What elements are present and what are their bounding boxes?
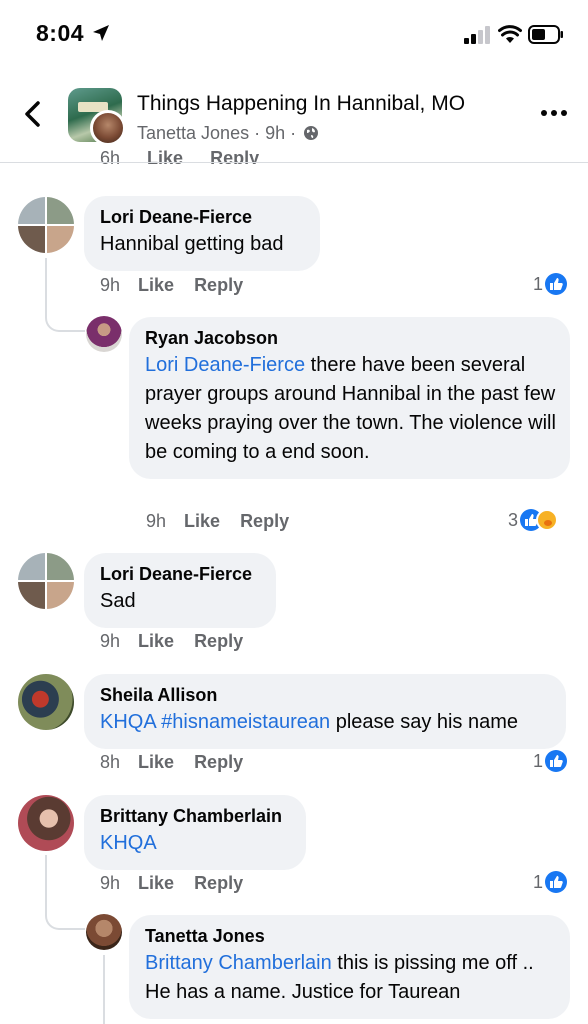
comment-actions: 8h Like Reply (100, 752, 263, 773)
thread-line (45, 258, 47, 318)
comment-bubble: Sheila Allison KHQA #hisnameistaurean pl… (84, 674, 566, 749)
avatar[interactable] (18, 674, 74, 730)
cellular-signal-icon (464, 26, 490, 44)
avatar[interactable] (86, 316, 122, 352)
reaction-count: 1 (533, 750, 544, 771)
comment-text: Brittany Chamberlain this is pissing me … (145, 949, 554, 1007)
comment-text: KHQA #hisnameistaurean please say his na… (100, 708, 550, 737)
comment-time[interactable]: 9h (100, 275, 120, 295)
comment-bubble: Tanetta Jones Brittany Chamberlain this … (129, 915, 570, 1019)
reply-action[interactable]: Reply (240, 511, 289, 531)
reply-action[interactable]: Reply (194, 275, 243, 295)
reaction-count: 3 (508, 509, 519, 530)
like-reaction-icon (545, 750, 568, 773)
reaction-summary[interactable]: 1 (533, 871, 568, 895)
mention-link[interactable]: Brittany Chamberlain (145, 952, 332, 974)
group-name[interactable]: Things Happening In Hannibal, MO (137, 92, 465, 116)
comment-time[interactable]: 9h (146, 511, 166, 531)
post-header: Things Happening In Hannibal, MO Tanetta… (0, 72, 588, 162)
globe-icon (304, 126, 319, 140)
mention-link[interactable]: Lori Deane-Fierce (145, 354, 305, 376)
commenter-name[interactable]: Lori Deane-Fierce (100, 206, 304, 228)
avatar[interactable] (18, 795, 74, 851)
reply-action[interactable]: Reply (194, 873, 243, 893)
reaction-summary[interactable]: 1 (533, 273, 568, 297)
comment-actions: 9h Like Reply (100, 631, 263, 652)
commenter-name[interactable]: Sheila Allison (100, 684, 550, 706)
comment-text: Hannibal getting bad (100, 233, 284, 255)
comment-text: Lori Deane-Fierce there have been severa… (145, 351, 556, 467)
like-action[interactable]: Like (184, 511, 220, 531)
more-dots-icon[interactable] (540, 106, 568, 120)
avatar[interactable] (18, 197, 74, 253)
reaction-summary[interactable]: 1 (533, 750, 568, 774)
avatar[interactable] (18, 553, 74, 609)
mention-link[interactable]: KHQA (100, 832, 157, 854)
location-arrow-icon (93, 25, 109, 41)
thread-line (45, 855, 47, 915)
post-meta: Tanetta Jones · 9h · (137, 123, 319, 144)
status-time: 8:04 (36, 20, 85, 46)
like-action[interactable]: Like (138, 631, 174, 651)
battery-icon (528, 25, 563, 44)
reply-action[interactable]: Reply (194, 752, 243, 772)
commenter-name[interactable]: Lori Deane-Fierce (100, 563, 260, 585)
like-reaction-icon (545, 871, 568, 894)
comment-bubble: Lori Deane-Fierce Sad (84, 553, 276, 628)
comment-body: please say his name (330, 711, 519, 733)
chevron-left-icon[interactable] (22, 100, 42, 128)
mention-link[interactable]: KHQA #hisnameistaurean (100, 711, 330, 733)
poster-name[interactable]: Tanetta Jones (137, 123, 249, 143)
poster-avatar[interactable] (90, 110, 126, 146)
like-action[interactable]: Like (138, 752, 174, 772)
comment-time[interactable]: 8h (100, 752, 120, 772)
avatar[interactable] (86, 914, 122, 950)
meta-separator: · (254, 123, 261, 143)
header-divider (0, 162, 588, 163)
reaction-count: 1 (533, 871, 544, 892)
post-age[interactable]: 9h (265, 123, 285, 143)
comment-bubble: Lori Deane-Fierce Hannibal getting bad (84, 196, 320, 271)
commenter-name[interactable]: Ryan Jacobson (145, 327, 556, 349)
comment-time[interactable]: 9h (100, 631, 120, 651)
comment-actions: 9h Like Reply (100, 873, 263, 894)
comment-bubble: Brittany Chamberlain KHQA (84, 795, 306, 870)
comment-actions: 9h Like Reply (146, 511, 309, 532)
reply-action[interactable]: Reply (194, 631, 243, 651)
thread-line (103, 955, 105, 1024)
comment-text: KHQA (100, 829, 290, 858)
like-reaction-icon (545, 273, 568, 296)
comment-time[interactable]: 9h (100, 873, 120, 893)
thread-curve (45, 310, 85, 332)
comment-text: Sad (100, 590, 136, 612)
reaction-count: 1 (533, 273, 544, 294)
thread-curve (45, 908, 85, 930)
comment-actions: 9h Like Reply (100, 275, 263, 296)
reaction-summary[interactable]: 3 (508, 509, 559, 533)
meta-separator: · (290, 123, 297, 143)
commenter-name[interactable]: Tanetta Jones (145, 925, 554, 947)
like-action[interactable]: Like (138, 873, 174, 893)
wifi-icon (498, 25, 522, 43)
commenter-name[interactable]: Brittany Chamberlain (100, 805, 290, 827)
care-reaction-icon (536, 509, 559, 532)
comment-bubble: Ryan Jacobson Lori Deane-Fierce there ha… (129, 317, 570, 479)
status-bar: 8:04 (0, 0, 588, 70)
like-action[interactable]: Like (138, 275, 174, 295)
